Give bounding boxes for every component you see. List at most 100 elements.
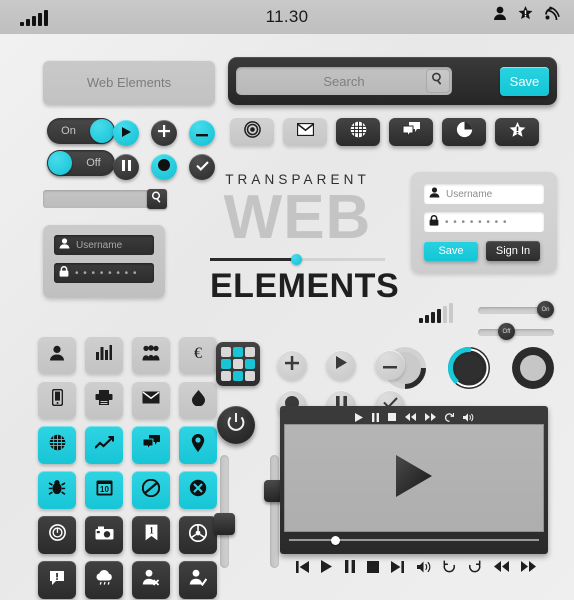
play-button[interactable] xyxy=(326,350,356,380)
toggle-knob[interactable] xyxy=(90,119,114,143)
stop-icon[interactable] xyxy=(387,413,396,421)
volume-icon[interactable] xyxy=(416,561,431,573)
search-button[interactable] xyxy=(147,189,167,209)
target-button[interactable] xyxy=(230,118,274,146)
person-button[interactable] xyxy=(38,336,76,374)
chat-button[interactable] xyxy=(132,426,170,464)
slider-on[interactable]: On xyxy=(478,301,558,318)
pie-chart-button[interactable] xyxy=(442,118,486,146)
save-button[interactable]: Save xyxy=(499,66,549,96)
refresh-cw-icon[interactable] xyxy=(468,560,481,573)
power-icon xyxy=(227,413,245,437)
fast-forward-icon[interactable] xyxy=(424,413,436,421)
slider-knob[interactable]: On xyxy=(537,301,554,318)
password-field[interactable]: • • • • • • • • xyxy=(424,212,544,232)
fast-forward-icon[interactable] xyxy=(520,561,536,572)
player-screen[interactable] xyxy=(284,424,544,532)
pause-icon[interactable] xyxy=(371,412,379,422)
watch-button[interactable] xyxy=(38,516,76,554)
volume-icon[interactable] xyxy=(462,412,474,422)
bookmark-button[interactable]: 1 xyxy=(132,516,170,554)
globe-button[interactable] xyxy=(336,118,380,146)
block-button[interactable] xyxy=(132,471,170,509)
calendar-button[interactable]: 10 xyxy=(85,471,123,509)
next-track-icon[interactable] xyxy=(391,560,405,573)
pause-icon[interactable] xyxy=(344,560,355,573)
mini-app-panel[interactable] xyxy=(216,342,260,386)
play-icon[interactable] xyxy=(396,454,432,502)
vslider-left[interactable] xyxy=(212,455,236,568)
group-button[interactable] xyxy=(132,336,170,374)
remove-button[interactable] xyxy=(189,120,215,146)
play-icon[interactable] xyxy=(354,412,363,422)
horizontal-sliders: On Off xyxy=(478,301,558,345)
player-progress[interactable] xyxy=(284,532,544,548)
phone-button[interactable] xyxy=(38,381,76,419)
euro-button[interactable]: € xyxy=(179,336,217,374)
rewind-icon[interactable] xyxy=(404,413,416,421)
password-field[interactable]: • • • • • • • • xyxy=(54,263,154,283)
prev-track-icon[interactable] xyxy=(296,560,309,573)
wifi-icon xyxy=(544,6,560,21)
add-button[interactable] xyxy=(151,120,177,146)
droplet-button[interactable] xyxy=(179,381,217,419)
svg-text:1: 1 xyxy=(149,526,154,536)
hero-block: TRANSPARENT WEB ELEMENTS xyxy=(210,172,399,306)
camera-button[interactable] xyxy=(85,516,123,554)
slider-track xyxy=(270,455,279,568)
refresh-ccw-icon[interactable] xyxy=(443,560,456,573)
save-button[interactable]: Save xyxy=(424,241,478,261)
minus-icon xyxy=(196,124,208,142)
progress-track xyxy=(289,539,539,541)
progress-handle[interactable] xyxy=(330,535,340,545)
search-button[interactable] xyxy=(425,69,450,93)
password-value: • • • • • • • • xyxy=(445,216,508,228)
toggle-knob[interactable] xyxy=(48,151,72,175)
username-field[interactable]: Username xyxy=(54,235,154,255)
username-field[interactable]: Username xyxy=(424,184,544,204)
slider-off[interactable]: Off xyxy=(478,323,558,340)
bug-icon xyxy=(48,479,66,501)
hero-slider[interactable] xyxy=(210,253,385,265)
pause-button[interactable] xyxy=(113,154,139,180)
play-icon[interactable] xyxy=(321,560,333,573)
bar-chart-icon xyxy=(96,345,112,365)
slider-knob[interactable] xyxy=(214,513,235,535)
record-button[interactable] xyxy=(151,154,177,180)
slider-knob[interactable] xyxy=(290,253,302,265)
bar-chart-button[interactable] xyxy=(85,336,123,374)
login-form-light: Username • • • • • • • • Save Sign In xyxy=(411,172,557,273)
player-bottom-controls xyxy=(296,560,536,573)
stop-icon[interactable] xyxy=(366,560,379,573)
mail-button[interactable] xyxy=(283,118,327,146)
rewind-icon[interactable] xyxy=(493,561,509,572)
toggle-on[interactable]: On xyxy=(47,118,115,144)
ring-cyan[interactable] xyxy=(446,345,492,396)
bug-button[interactable] xyxy=(38,471,76,509)
add-button[interactable] xyxy=(277,350,307,380)
refresh-icon[interactable] xyxy=(444,412,454,422)
signal-strength-indicator xyxy=(419,303,453,323)
line-chart-button[interactable] xyxy=(85,426,123,464)
cloud-rain-button[interactable] xyxy=(85,561,123,599)
globe-button[interactable] xyxy=(38,426,76,464)
brush-icon xyxy=(233,347,243,357)
printer-button[interactable] xyxy=(85,381,123,419)
play-button[interactable] xyxy=(113,120,139,146)
chat-button[interactable] xyxy=(389,118,433,146)
user-remove-button[interactable] xyxy=(132,561,170,599)
star-badge-button[interactable] xyxy=(495,118,539,146)
slider-track xyxy=(478,329,554,336)
euro-icon: € xyxy=(190,344,206,366)
envelope-button[interactable] xyxy=(132,381,170,419)
slider-knob[interactable]: Off xyxy=(498,323,515,340)
remove-button[interactable] xyxy=(375,350,405,380)
speech-alert-button[interactable] xyxy=(38,561,76,599)
ring-dark[interactable] xyxy=(510,345,556,396)
signin-button[interactable]: Sign In xyxy=(486,241,540,261)
power-button[interactable] xyxy=(217,406,255,444)
toggle-off[interactable]: Off xyxy=(47,150,115,176)
play-icon xyxy=(335,356,347,374)
flag-icon xyxy=(245,359,255,369)
search-input[interactable]: Search xyxy=(236,67,452,95)
